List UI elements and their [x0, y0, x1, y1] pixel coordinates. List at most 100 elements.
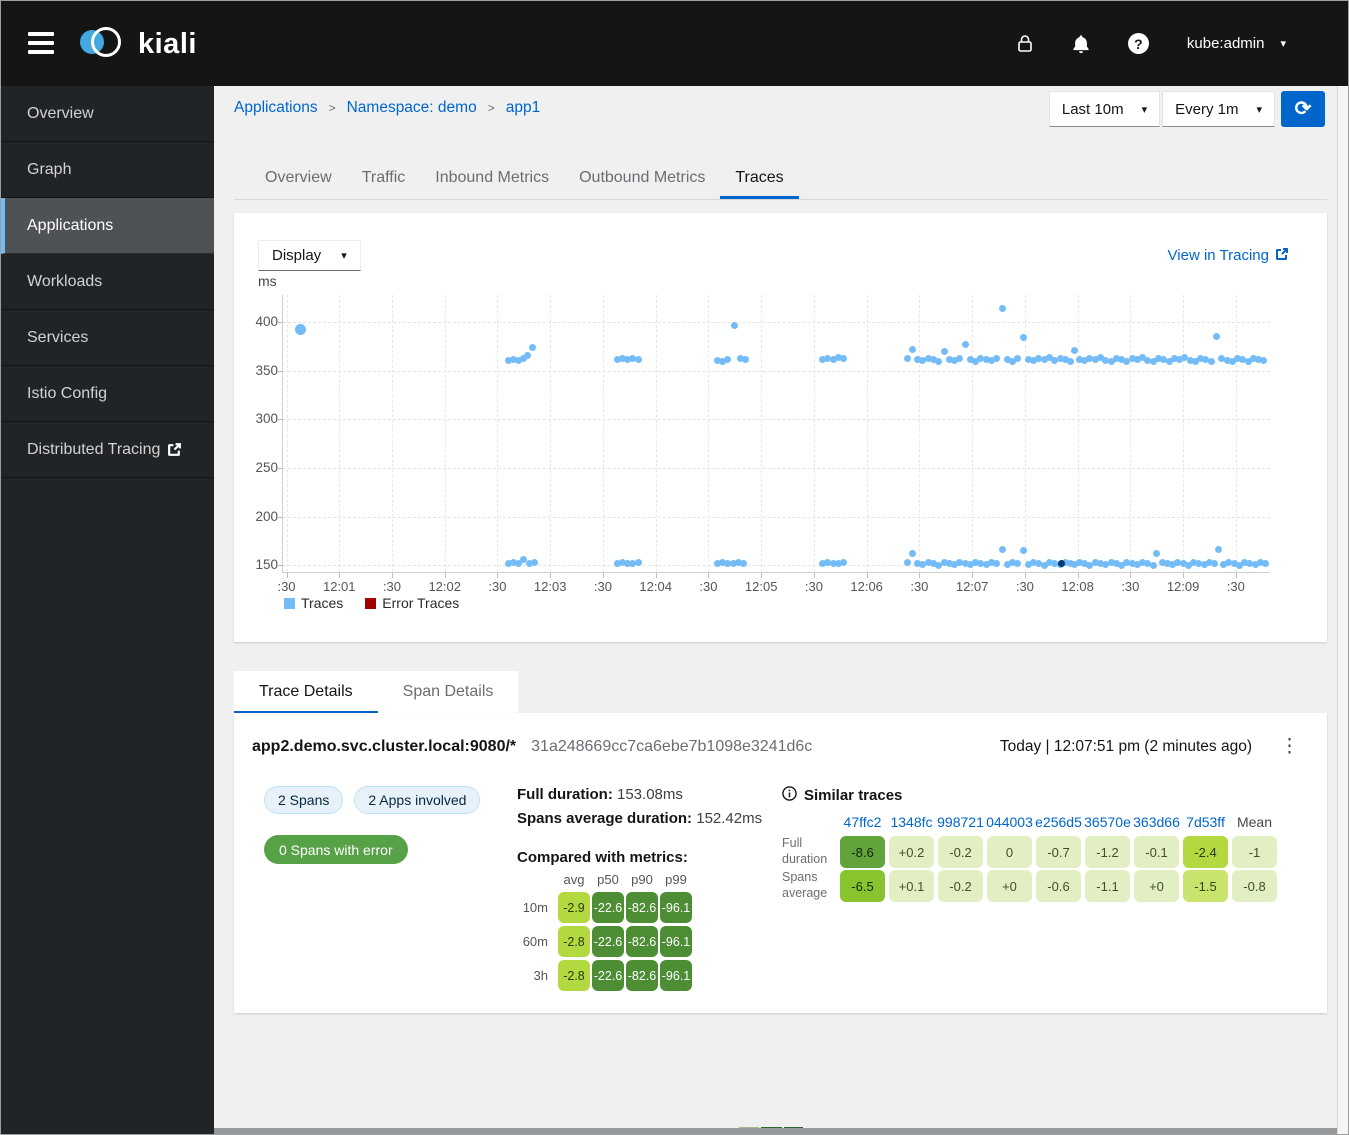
chevron-down-icon: ▾	[1141, 103, 1148, 116]
x-tick-label: 12:04	[639, 579, 672, 594]
sidebar-item-istio-config[interactable]: Istio Config	[1, 366, 214, 422]
tab-traffic[interactable]: Traffic	[347, 158, 421, 199]
trace-point[interactable]	[956, 354, 964, 362]
sidebar-item-overview[interactable]: Overview	[1, 86, 214, 142]
user-menu[interactable]: kube:admin ▾	[1187, 35, 1286, 52]
trace-point[interactable]	[634, 558, 642, 566]
sidebar-item-workloads[interactable]: Workloads	[1, 254, 214, 310]
trace-point[interactable]	[998, 305, 1006, 313]
trace-point[interactable]	[1260, 356, 1268, 364]
trace-point[interactable]	[1211, 559, 1219, 567]
refresh-interval-value: Every 1m	[1175, 100, 1239, 118]
trace-point[interactable]	[903, 354, 911, 362]
trace-point[interactable]	[1070, 346, 1078, 354]
trace-point[interactable]	[993, 354, 1001, 362]
similar-trace-link[interactable]: 998721	[936, 814, 985, 834]
similar-trace-link[interactable]: 36570e	[1083, 814, 1132, 834]
kebab-menu-icon[interactable]: ⋮	[1280, 737, 1299, 756]
time-controls: Last 10m ▾ Every 1m ▾ ⟳	[1047, 91, 1325, 127]
y-tick-label: 400	[255, 314, 278, 330]
breadcrumb-link-applications[interactable]: Applications	[234, 99, 318, 117]
similar-trace-link[interactable]: e256d5	[1034, 814, 1083, 834]
breadcrumb-link-namespace-demo[interactable]: Namespace: demo	[347, 99, 477, 117]
duration-select[interactable]: Last 10m ▾	[1048, 91, 1161, 127]
trace-point[interactable]	[935, 357, 943, 365]
trace-point[interactable]	[903, 558, 911, 566]
trace-point[interactable]	[1067, 357, 1075, 365]
similar-metric-cell: -0.2	[938, 870, 983, 902]
menu-toggle-button[interactable]	[28, 32, 54, 54]
refresh-button[interactable]: ⟳	[1281, 91, 1325, 127]
trace-id: 31a248669cc7ca6ebe7b1098e3241d6c	[531, 737, 813, 755]
trace-point[interactable]	[1014, 354, 1022, 362]
similar-metric-cell: -0.2	[938, 836, 983, 868]
legend-item-traces[interactable]: Traces	[284, 595, 343, 611]
compared-metric-cell: -82.6	[626, 892, 658, 923]
trace-point[interactable]	[1019, 547, 1027, 555]
chart-plot[interactable]: 150 200 250 300 350 400:30 12:01:30 12:02:30 12:…	[255, 295, 1270, 594]
trace-point[interactable]	[1262, 559, 1270, 567]
similar-trace-link[interactable]: 47ffc2	[838, 814, 887, 834]
trace-point[interactable]	[529, 343, 537, 351]
x-tick-label: 12:05	[744, 579, 778, 594]
trace-point[interactable]	[523, 351, 531, 359]
auth-lock-icon[interactable]	[1016, 33, 1034, 54]
sidebar-item-applications[interactable]: Applications	[1, 198, 214, 254]
trace-point[interactable]	[961, 341, 969, 349]
breadcrumb-link-app1[interactable]: app1	[506, 99, 540, 117]
trace-point[interactable]	[1207, 357, 1215, 365]
trace-point[interactable]	[530, 558, 538, 566]
trace-point[interactable]	[731, 321, 739, 329]
trace-point[interactable]	[1213, 333, 1220, 341]
trace-point[interactable]	[908, 345, 916, 353]
tab-inbound-metrics[interactable]: Inbound Metrics	[420, 158, 564, 199]
similar-trace-link[interactable]: 1348fc	[887, 814, 936, 834]
trace-point[interactable]	[908, 550, 916, 558]
breadcrumb: Applications > Namespace: demo > app1	[234, 99, 540, 117]
sidebar-item-label: Services	[27, 328, 89, 346]
compared-row-label: 10m	[522, 900, 548, 915]
similar-metric-cell: -1.1	[1085, 870, 1130, 902]
trace-point[interactable]	[993, 559, 1001, 567]
trace-point[interactable]	[840, 354, 848, 362]
masthead: kiali ? kube:admin ▾	[1, 1, 1348, 86]
tab-outbound-metrics[interactable]: Outbound Metrics	[564, 158, 720, 199]
trace-point[interactable]	[1149, 561, 1157, 569]
tab-overview[interactable]: Overview	[250, 158, 347, 199]
sidebar-item-label: Overview	[27, 104, 94, 122]
view-in-tracing-link[interactable]: View in Tracing	[1168, 247, 1289, 265]
trace-point[interactable]	[998, 546, 1006, 554]
trace-point[interactable]	[295, 323, 307, 335]
trace-point[interactable]	[634, 355, 642, 363]
trace-point[interactable]	[1153, 550, 1161, 558]
trace-point[interactable]	[940, 347, 948, 355]
notifications-bell-icon[interactable]	[1072, 34, 1090, 54]
sidebar-item-distributed-tracing[interactable]: Distributed Tracing	[1, 422, 214, 478]
y-tick-label: 350	[255, 362, 278, 378]
trace-durations: Full duration: 153.08ms Spans average du…	[517, 786, 782, 991]
legend-item-error-traces[interactable]: Error Traces	[365, 595, 459, 611]
sidebar-item-services[interactable]: Services	[1, 310, 214, 366]
similar-trace-link[interactable]: 363d66	[1132, 814, 1181, 834]
similar-metric-cell: 0	[987, 836, 1032, 868]
similar-metric-cell: +0.1	[889, 870, 934, 902]
vertical-scrollbar[interactable]	[1337, 86, 1348, 1134]
trace-point[interactable]	[724, 355, 732, 363]
similar-trace-link[interactable]: 044003	[985, 814, 1034, 834]
trace-point[interactable]	[740, 559, 748, 567]
sidebar-item-graph[interactable]: Graph	[1, 142, 214, 198]
tab-traces[interactable]: Traces	[720, 158, 799, 199]
trace-point[interactable]	[1019, 334, 1027, 342]
sidebar-item-label: Distributed Tracing	[27, 440, 161, 458]
display-dropdown[interactable]: Display ▾	[258, 240, 361, 271]
refresh-interval-select[interactable]: Every 1m ▾	[1162, 91, 1275, 127]
help-icon[interactable]: ?	[1127, 33, 1149, 54]
trace-point[interactable]	[741, 355, 749, 363]
similar-trace-link[interactable]: 7d53ff	[1181, 814, 1230, 834]
view-in-tracing-label: View in Tracing	[1167, 247, 1269, 264]
trace-timestamp: Today | 12:07:51 pm (2 minutes ago)	[999, 737, 1252, 755]
tab-span-details[interactable]: Span Details	[377, 671, 519, 714]
similar-metric-cell: -1	[1232, 836, 1277, 868]
tab-trace-details[interactable]: Trace Details	[234, 671, 378, 714]
trace-point[interactable]	[1214, 546, 1222, 554]
